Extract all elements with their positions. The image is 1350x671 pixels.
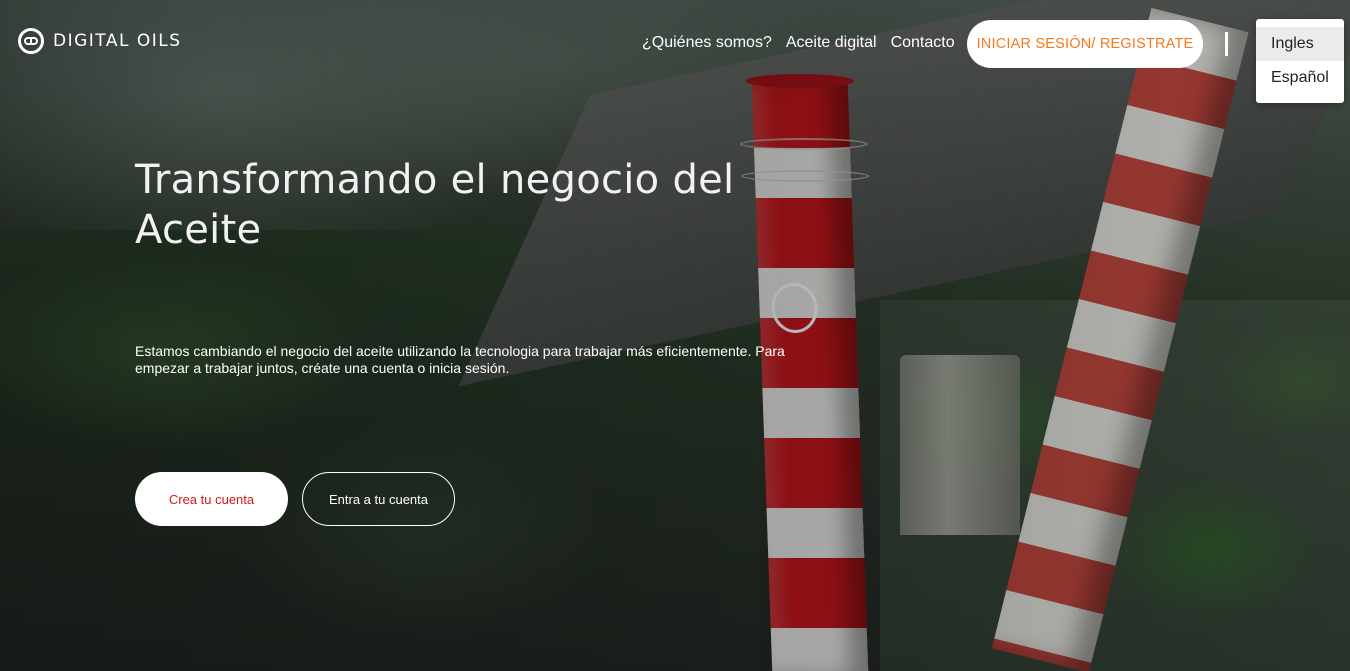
logo-icon xyxy=(18,28,44,54)
language-dropdown-menu: Ingles Español xyxy=(1256,19,1344,103)
nav-link-contacto[interactable]: Contacto xyxy=(891,34,955,52)
hero-description: Estamos cambiando el negocio del aceite … xyxy=(135,343,785,376)
create-account-button[interactable]: Crea tu cuenta xyxy=(135,472,288,526)
site-header: DIGITAL OILS ¿Quiénes somos? Aceite digi… xyxy=(0,0,1350,103)
brand-logo[interactable]: DIGITAL OILS xyxy=(18,28,182,54)
brand-name: DIGITAL OILS xyxy=(53,31,182,51)
main-nav: ¿Quiénes somos? Aceite digital Contacto xyxy=(642,34,955,52)
language-option-ingles[interactable]: Ingles xyxy=(1256,27,1344,61)
sign-in-button[interactable]: Entra a tu cuenta xyxy=(302,472,455,526)
nav-divider xyxy=(1225,32,1228,56)
language-option-espanol[interactable]: Español xyxy=(1256,61,1344,95)
hero-background-image xyxy=(0,0,1350,671)
nav-link-aceite-digital[interactable]: Aceite digital xyxy=(786,34,877,52)
nav-link-quienes-somos[interactable]: ¿Quiénes somos? xyxy=(642,34,772,52)
hero-title: Transformando el negocio del Aceite xyxy=(135,157,735,253)
login-register-button[interactable]: INICIAR SESIÓN/ REGISTRATE xyxy=(967,20,1203,68)
